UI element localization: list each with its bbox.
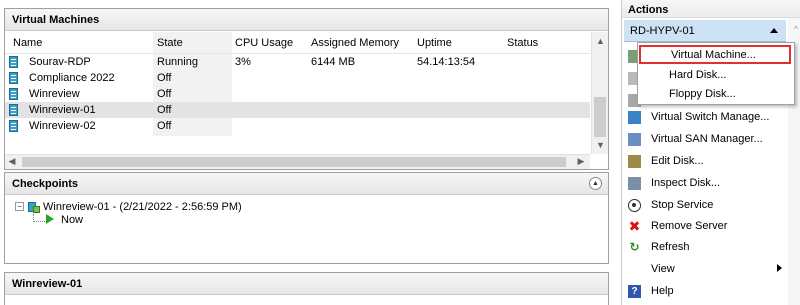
server-name: RD-HYPV-01 [630, 25, 695, 37]
scroll-up-icon[interactable]: ▲ [592, 36, 609, 46]
new-submenu: Virtual Machine... Hard Disk... Floppy D… [637, 42, 795, 105]
menu-item-hard-disk[interactable]: Hard Disk... [638, 65, 794, 85]
main-pane: Virtual Machines Name State CPU Usage As… [0, 0, 615, 305]
virtual-machine-icon [9, 120, 18, 132]
now-arrow-icon [46, 214, 54, 224]
checkpoint-icon [27, 200, 40, 213]
submenu-arrow-icon [777, 264, 782, 272]
checkpoints-title: Checkpoints [12, 178, 79, 190]
action-label: Edit Disk... [651, 155, 704, 167]
virtual-machine-icon [9, 88, 18, 100]
column-uptime[interactable]: Uptime [417, 37, 452, 49]
virtual-machine-icon [9, 72, 18, 84]
checkpoint-winreview-01[interactable]: Winreview-01 - (2/21/2022 - 2:56:59 PM) [43, 201, 242, 213]
vm-details-title: Winreview-01 [5, 273, 608, 295]
vm-row-compliance-2022[interactable]: Compliance 2022 Off [5, 70, 590, 86]
actions-title: Actions [622, 0, 800, 18]
column-state[interactable]: State [157, 37, 183, 49]
edit-disk-icon [628, 155, 641, 168]
scroll-up-icon[interactable]: ^ [794, 24, 798, 34]
menu-item-label: Virtual Machine... [671, 49, 756, 61]
menu-item-floppy-disk[interactable]: Floppy Disk... [638, 84, 794, 104]
vm-row-sourav-rdp[interactable]: Sourav-RDP Running 3% 6144 MB 54.14:13:5… [5, 54, 590, 70]
vm-details-panel: Winreview-01 [4, 272, 609, 305]
action-label: Refresh [651, 241, 690, 253]
menu-item-label: Hard Disk... [669, 69, 727, 81]
vm-name: Winreview-01 [29, 104, 96, 116]
action-virtual-san-manager[interactable]: Virtual SAN Manager... [622, 129, 788, 150]
scroll-right-icon[interactable]: ▶ [574, 156, 588, 167]
stop-icon [628, 199, 641, 212]
san-icon [628, 133, 641, 146]
scroll-thumb[interactable] [22, 157, 566, 167]
vm-row-winreview-01[interactable]: Winreview-01 Off [5, 102, 590, 118]
column-cpu-usage[interactable]: CPU Usage [235, 37, 293, 49]
inspect-disk-icon [628, 177, 641, 190]
vm-name: Winreview-02 [29, 120, 96, 132]
action-virtual-switch-manager[interactable]: Virtual Switch Manage... [622, 107, 788, 128]
tree-connector [33, 214, 45, 222]
action-label: Virtual SAN Manager... [651, 133, 763, 145]
vm-name: Compliance 2022 [29, 72, 115, 84]
vm-row-winreview-02[interactable]: Winreview-02 Off [5, 118, 590, 134]
network-switch-icon [628, 111, 641, 124]
tree-collapse-icon[interactable]: − [15, 202, 24, 211]
action-view[interactable]: View [622, 259, 788, 280]
vm-row-winreview[interactable]: Winreview Off [5, 86, 590, 102]
checkpoint-now[interactable]: Now [61, 214, 83, 226]
action-label: Remove Server [651, 220, 728, 232]
action-help[interactable]: ? Help [622, 281, 788, 302]
vm-memory: 6144 MB [311, 56, 356, 68]
action-refresh[interactable]: ↻ Refresh [622, 237, 788, 258]
vm-state: Running [157, 56, 198, 68]
vm-uptime: 54.14:13:54 [417, 56, 476, 68]
column-name[interactable]: Name [13, 37, 42, 49]
virtual-machine-icon [9, 104, 18, 116]
menu-item-label: Floppy Disk... [669, 88, 736, 100]
vm-name: Winreview [29, 88, 80, 100]
column-assigned-memory[interactable]: Assigned Memory [311, 37, 399, 49]
action-label: Virtual Switch Manage... [651, 111, 770, 123]
vm-state: Off [157, 72, 172, 84]
help-icon: ? [628, 285, 641, 298]
collapse-triangle-icon[interactable] [770, 28, 778, 33]
virtual-machines-title: Virtual Machines [5, 9, 608, 31]
menu-item-virtual-machine[interactable]: Virtual Machine... [639, 45, 791, 64]
action-edit-disk[interactable]: Edit Disk... [622, 151, 788, 172]
vm-horizontal-scrollbar[interactable]: ◀ ▶ [5, 154, 590, 169]
virtual-machine-icon [9, 56, 18, 68]
action-label: View [651, 263, 675, 275]
vm-vertical-scrollbar[interactable]: ▲ ▼ [591, 32, 608, 154]
vm-state: Off [157, 104, 172, 116]
collapse-icon[interactable]: ▲ [589, 177, 602, 190]
remove-icon: ✖ [628, 218, 641, 234]
vm-name: Sourav-RDP [29, 56, 91, 68]
action-remove-server[interactable]: ✖ Remove Server [622, 216, 788, 237]
scroll-down-icon[interactable]: ▼ [592, 140, 609, 150]
vm-table: Name State CPU Usage Assigned Memory Upt… [5, 32, 590, 154]
vm-state: Off [157, 120, 172, 132]
server-section-header[interactable]: RD-HYPV-01 [624, 20, 786, 42]
action-label: Inspect Disk... [651, 177, 721, 189]
action-stop-service[interactable]: Stop Service [622, 195, 788, 216]
scroll-left-icon[interactable]: ◀ [5, 156, 19, 167]
vm-state: Off [157, 88, 172, 100]
refresh-icon: ↻ [629, 240, 640, 254]
column-status[interactable]: Status [507, 37, 538, 49]
checkpoints-header: Checkpoints ▲ [5, 173, 608, 195]
vm-cpu: 3% [235, 56, 251, 68]
virtual-machines-panel: Virtual Machines Name State CPU Usage As… [4, 8, 609, 170]
action-inspect-disk[interactable]: Inspect Disk... [622, 173, 788, 194]
vm-table-header: Name State CPU Usage Assigned Memory Upt… [5, 32, 590, 54]
checkpoints-panel: Checkpoints ▲ − Winreview-01 - (2/21/202… [4, 172, 609, 264]
scroll-thumb[interactable] [594, 97, 606, 137]
action-label: Stop Service [651, 199, 714, 211]
action-label: Help [651, 285, 674, 297]
